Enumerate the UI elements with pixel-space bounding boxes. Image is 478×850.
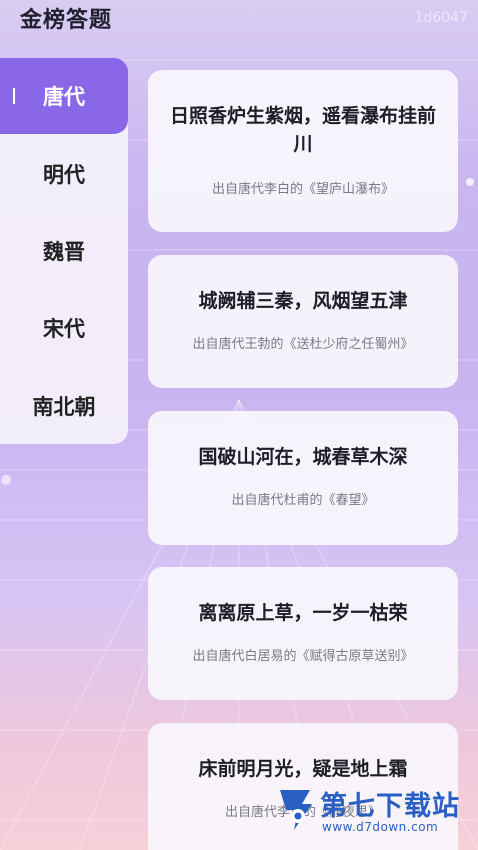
sidebar-item-song[interactable]: 宋代 [0, 290, 128, 366]
watermark-url: www.d7down.com [322, 820, 439, 834]
active-indicator [13, 88, 15, 104]
sidebar-item-label: 唐代 [43, 85, 85, 109]
sidebar-item-tang[interactable]: 唐代 [0, 58, 128, 134]
poem-card[interactable]: 国破山河在，城春草木深 出自唐代杜甫的《春望》 [148, 411, 458, 545]
sidebar-item-label: 魏晋 [43, 240, 85, 264]
poem-source: 出自唐代王勃的《送杜少府之任蜀州》 [192, 337, 414, 352]
poem-source: 出自唐代李白的《望庐山瀑布》 [211, 182, 394, 197]
site-watermark: 第七下载站 www.d7down.com [276, 784, 470, 840]
sidebar-item-label: 宋代 [43, 317, 85, 341]
poem-verse: 国破山河在，城春草木深 [198, 446, 408, 468]
poem-card[interactable]: 日照香炉生紫烟，遥看瀑布挂前川 出自唐代李白的《望庐山瀑布》 [148, 70, 458, 232]
sidebar-item-label: 明代 [43, 163, 85, 187]
page-title: 金榜答题 [20, 8, 113, 33]
poem-verse: 城阙辅三秦，风烟望五津 [198, 290, 408, 312]
watermark-logo-icon [280, 790, 312, 830]
poem-card[interactable]: 城阙辅三秦，风烟望五津 出自唐代王勃的《送杜少府之任蜀州》 [148, 255, 458, 388]
poem-verse: 离离原上草，一岁一枯荣 [198, 602, 408, 624]
sidebar-item-weijin[interactable]: 魏晋 [0, 213, 128, 289]
sidebar-item-nanbeichao[interactable]: 南北朝 [0, 368, 128, 444]
dynasty-sidebar: 唐代 明代 魏晋 宋代 南北朝 [0, 58, 128, 444]
sidebar-item-ming[interactable]: 明代 [0, 136, 128, 212]
poem-source: 出自唐代杜甫的《春望》 [231, 493, 375, 508]
poem-verse: 日照香炉生紫烟，遥看瀑布挂前川 [169, 105, 436, 155]
top-watermark: 1d6047 [414, 10, 468, 26]
poem-source: 出自唐代白居易的《赋得古原草送别》 [192, 649, 414, 664]
sidebar-item-label: 南北朝 [32, 395, 96, 419]
poem-verse: 床前明月光，疑是地上霜 [198, 758, 408, 780]
watermark-name: 第七下载站 [320, 791, 460, 822]
poem-card[interactable]: 离离原上草，一岁一枯荣 出自唐代白居易的《赋得古原草送别》 [148, 567, 458, 700]
